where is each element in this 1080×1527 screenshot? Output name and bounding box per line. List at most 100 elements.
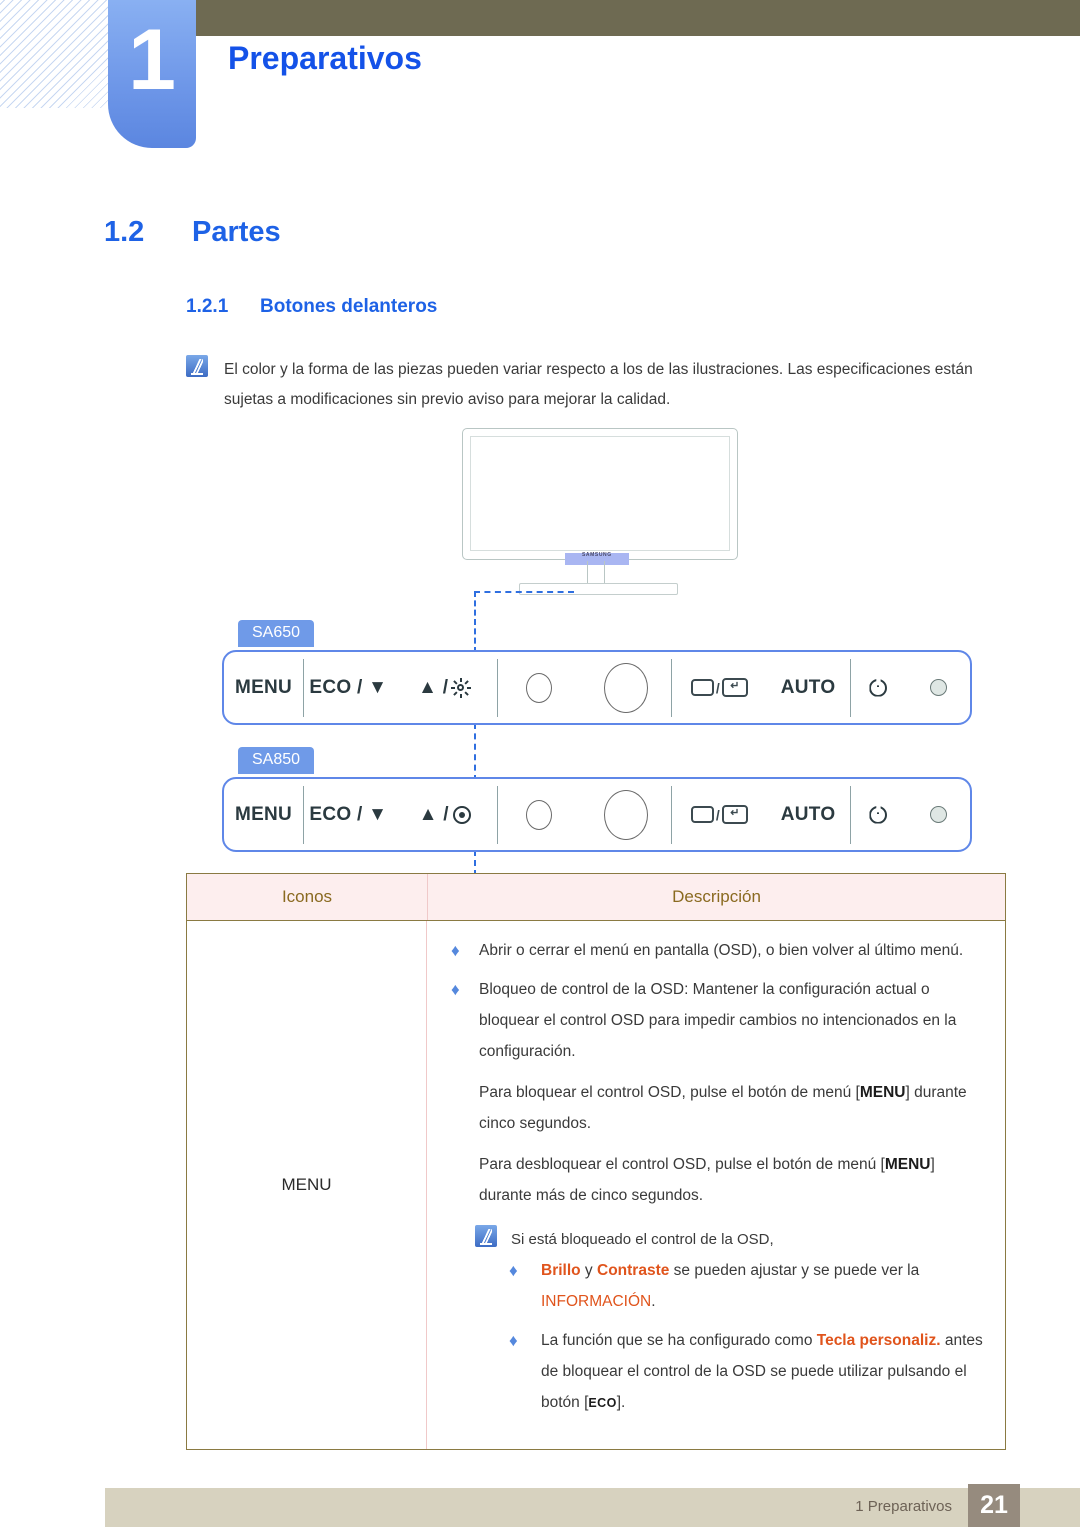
sa850-large-circle-button[interactable]	[581, 779, 672, 850]
slash-separator: /	[715, 679, 721, 696]
source-icon	[690, 679, 714, 696]
panel-model-tab-sa850: SA850	[238, 747, 315, 774]
page-note: El color y la forma de las piezas pueden…	[186, 355, 1001, 415]
sub-note-bullet-1: Brillo y Contraste se pueden ajustar y s…	[541, 1255, 987, 1317]
sa650-auto-button[interactable]: AUTO	[767, 652, 850, 723]
list-item: ♦ Abrir o cerrar el menú en pantalla (OS…	[445, 935, 987, 966]
monitor-stand-neck-right	[604, 561, 605, 585]
description-bullet-2: Bloqueo de control de la OSD: Mantener l…	[479, 981, 957, 1060]
sa850-up-target-button[interactable]: ▲ /	[393, 779, 497, 850]
sub-note-intro: Si está bloqueado el control de la OSD,	[511, 1231, 774, 1248]
enter-icon: ↵	[722, 805, 749, 824]
monitor-stand-base	[519, 583, 678, 595]
list-item: ♦ Bloqueo de control de la OSD: Mantener…	[445, 974, 987, 1067]
section-number: 1.2	[104, 216, 145, 248]
sa650-eco-down-button[interactable]: ECO / ▼	[304, 652, 393, 723]
menu-key-label: MENU	[859, 1084, 906, 1101]
note-icon	[475, 1225, 497, 1247]
chapter-number-badge: 1	[108, 0, 196, 148]
connector-dashed-vertical-middle	[474, 723, 476, 781]
subsection-number: 1.2.1	[186, 296, 229, 317]
conjunction-y: y	[580, 1262, 597, 1279]
up-arrow-slash-label: ▲ /	[418, 676, 449, 698]
sa650-power-button[interactable]	[851, 652, 907, 723]
bullet-marker: ♦	[451, 980, 460, 999]
sub-note-b1-middle: se pueden ajustar y se puede ver la	[669, 1262, 920, 1279]
sub-note-bullet-2: La función que se ha configurado como Te…	[541, 1325, 987, 1419]
icons-description-table: Iconos Descripción MENU ♦ Abrir o cerrar…	[186, 873, 1006, 1450]
sa850-eco-down-button[interactable]: ECO / ▼	[304, 779, 393, 850]
tecla-personaliz-term: Tecla personaliz.	[816, 1332, 941, 1349]
target-icon	[452, 805, 471, 824]
table-row: MENU ♦ Abrir o cerrar el menú en pantall…	[187, 921, 1005, 1449]
small-circle-icon	[526, 799, 553, 830]
section-title: Partes	[192, 216, 281, 248]
informacion-term: INFORMACIÓN	[541, 1293, 652, 1310]
sa650-menu-button[interactable]: MENU	[224, 652, 303, 723]
sa850-small-circle-button[interactable]	[498, 779, 581, 850]
page-note-text: El color y la forma de las piezas pueden…	[224, 361, 973, 408]
footer-page-number: 21	[968, 1484, 1020, 1527]
lock-text-pre: Para bloquear el control OSD, pulse el b…	[479, 1084, 860, 1101]
source-icon	[690, 806, 714, 823]
button-panel-sa650: MENU ECO / ▼ ▲ / / ↵ AUTO	[222, 650, 972, 725]
footer-chapter-label: 1 Preparativos	[855, 1498, 952, 1515]
sa850-auto-button[interactable]: AUTO	[767, 779, 850, 850]
sub-note: Si está bloqueado el control de la OSD,	[475, 1225, 987, 1255]
unlock-text-pre: Para desbloquear el control OSD, pulse e…	[479, 1156, 885, 1173]
sun-icon	[451, 677, 472, 698]
list-item: ♦ Brillo y Contraste se pueden ajustar y…	[503, 1255, 987, 1317]
sub-note-b2-end: ].	[616, 1394, 626, 1411]
chapter-title: Preparativos	[228, 40, 422, 76]
subsection-title: Botones delanteros	[260, 296, 438, 317]
table-cell-description: ♦ Abrir o cerrar el menú en pantalla (OS…	[427, 921, 1005, 1449]
brillo-term: Brillo	[541, 1262, 581, 1279]
up-arrow-slash-label: ▲ /	[418, 803, 449, 825]
sa850-source-enter-button[interactable]: / ↵	[672, 779, 766, 850]
button-panel-sa850: MENU ECO / ▼ ▲ / / ↵ AUTO	[222, 777, 972, 852]
sa850-power-led	[906, 779, 970, 850]
sa850-menu-button[interactable]: MENU	[224, 779, 303, 850]
bullet-marker: ♦	[509, 1261, 518, 1280]
sub-note-bullets: ♦ Brillo y Contraste se pueden ajustar y…	[503, 1255, 987, 1419]
bullet-marker: ♦	[509, 1331, 518, 1350]
power-led-indicator-icon	[929, 679, 947, 696]
section-heading-1-2-1: 1.2.1 Botones delanteros	[186, 296, 437, 318]
panel-model-tab-sa650: SA650	[238, 620, 315, 647]
description-unlock-paragraph: Para desbloquear el control OSD, pulse e…	[479, 1149, 987, 1211]
menu-key-label: MENU	[884, 1156, 931, 1173]
connector-dashed-horizontal	[474, 591, 574, 593]
monitor-illustration: SAMSUNG	[462, 428, 740, 598]
power-led-indicator-icon	[929, 806, 947, 823]
table-header-icons: Iconos	[187, 874, 428, 920]
sa650-source-enter-button[interactable]: / ↵	[672, 652, 766, 723]
sa850-power-button[interactable]	[851, 779, 907, 850]
sa650-small-circle-button[interactable]	[498, 652, 581, 723]
sub-note-b2-pre: La función que se ha configurado como	[541, 1332, 817, 1349]
bullet-marker: ♦	[451, 941, 460, 960]
list-item: ♦ La función que se ha configurado como …	[503, 1325, 987, 1419]
table-header-description: Descripción	[672, 887, 761, 906]
eco-key-label: ECO	[588, 1396, 617, 1410]
small-circle-icon	[526, 672, 553, 703]
section-heading-1-2: 1.2 Partes	[104, 216, 281, 249]
monitor-stand-neck-left	[587, 561, 588, 585]
large-circle-icon	[603, 662, 648, 713]
monitor-bezel	[462, 428, 738, 560]
power-icon	[869, 805, 888, 824]
sub-note-b1-end: .	[651, 1293, 656, 1310]
sa650-large-circle-button[interactable]	[581, 652, 672, 723]
sa650-power-led	[906, 652, 970, 723]
enter-icon: ↵	[722, 678, 749, 697]
description-bullet-1: Abrir o cerrar el menú en pantalla (OSD)…	[479, 942, 964, 959]
table-cell-icon-label: MENU	[187, 921, 427, 1449]
connector-dashed-vertical-upper	[474, 591, 476, 653]
sa650-up-brightness-button[interactable]: ▲ /	[393, 652, 497, 723]
power-icon	[869, 678, 888, 697]
note-icon	[186, 355, 208, 377]
description-lock-paragraph: Para bloquear el control OSD, pulse el b…	[479, 1077, 987, 1139]
header-hatch-decoration	[0, 0, 108, 109]
monitor-brand-logo: SAMSUNG	[582, 552, 612, 558]
contraste-term: Contraste	[597, 1262, 670, 1279]
table-header-row: Iconos Descripción	[187, 874, 1005, 921]
